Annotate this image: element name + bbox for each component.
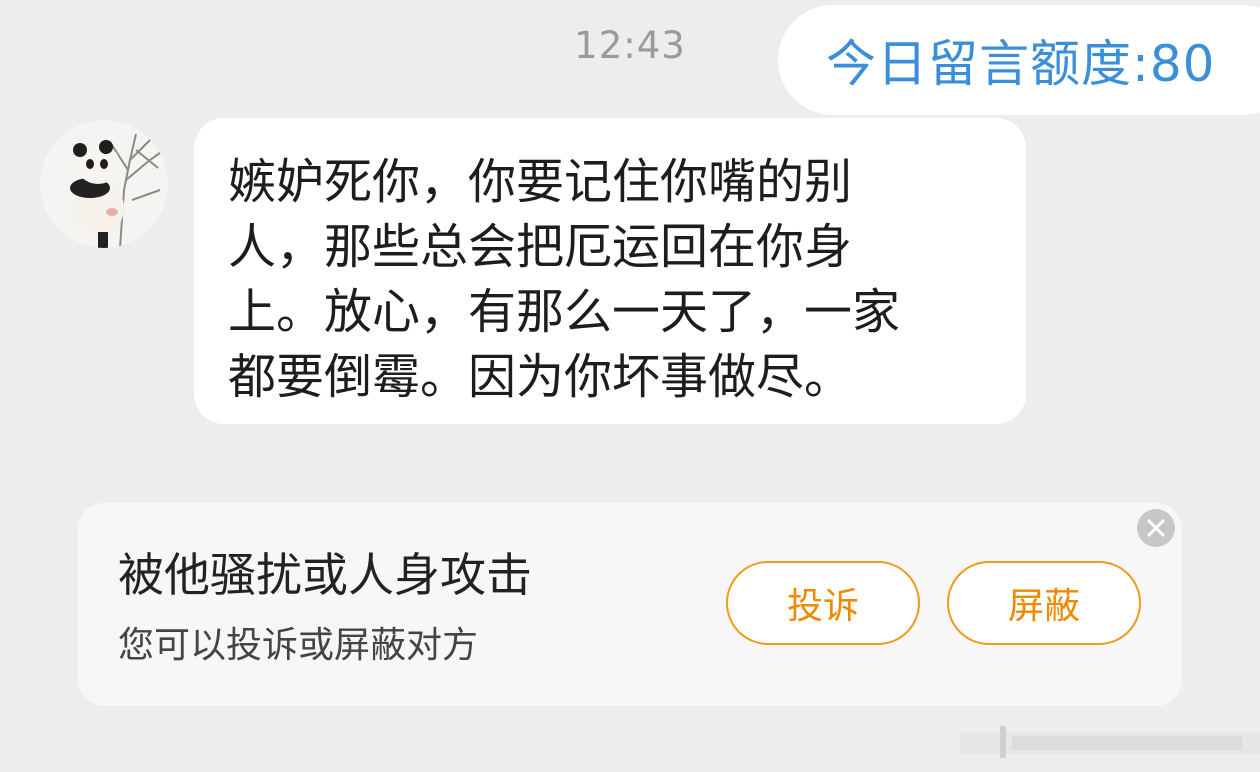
chat-screen: 12:43 今日留言额度:80 嫉妒死你，你要记住你嘴的别 人，那些总会把厄运回… bbox=[0, 0, 1260, 772]
quota-text: 今日留言额度:80 bbox=[826, 35, 1216, 93]
close-notice-button[interactable] bbox=[1137, 509, 1175, 547]
message-line: 上。放心，有那么一天了，一家 bbox=[228, 284, 901, 340]
quota-badge: 今日留言额度:80 bbox=[778, 5, 1260, 115]
message-line: 人，那些总会把厄运回在你身 bbox=[228, 219, 853, 275]
harassment-notice-card: 被他骚扰或人身攻击 您可以投诉或屏蔽对方 投诉 屏蔽 bbox=[78, 503, 1182, 706]
report-button[interactable]: 投诉 bbox=[726, 561, 920, 645]
close-icon bbox=[1147, 519, 1165, 537]
notice-title: 被他骚扰或人身攻击 bbox=[118, 548, 532, 602]
watermark-icon bbox=[960, 726, 1260, 758]
message-line: 嫉妒死你，你要记住你嘴的别 bbox=[228, 154, 853, 210]
message-timestamp: 12:43 bbox=[574, 24, 686, 67]
message-bubble[interactable]: 嫉妒死你，你要记住你嘴的别 人，那些总会把厄运回在你身 上。放心，有那么一天了，… bbox=[194, 118, 1026, 424]
panda-avatar-icon bbox=[40, 120, 168, 248]
sender-avatar[interactable] bbox=[40, 120, 168, 248]
message-line: 都要倒霉。因为你坏事做尽。 bbox=[228, 349, 853, 405]
notice-subtitle: 您可以投诉或屏蔽对方 bbox=[118, 625, 479, 666]
block-button[interactable]: 屏蔽 bbox=[947, 561, 1141, 645]
